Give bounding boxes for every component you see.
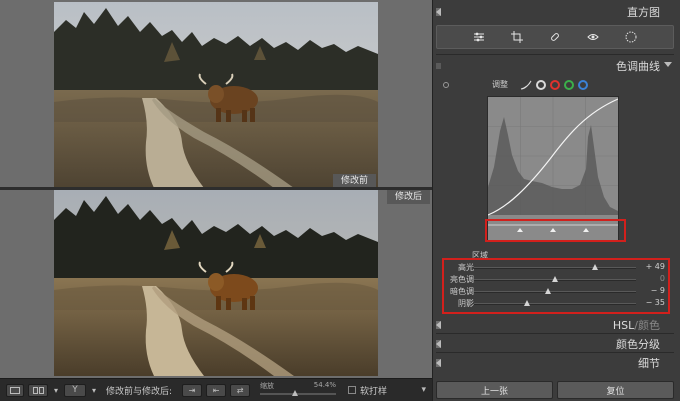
softproof-checkbox[interactable] [348, 386, 357, 394]
detail-title: 细节 [638, 357, 660, 370]
before-after-layout-button[interactable]: Y [64, 383, 86, 397]
tone-curve-header[interactable]: 色调曲线 [436, 56, 674, 76]
sliders-icon[interactable] [473, 31, 485, 43]
target-adjust-icon[interactable] [443, 82, 449, 88]
split-point-highlight [485, 219, 626, 242]
collapse-arrow-icon [436, 8, 441, 16]
zoom-slider-thumb[interactable] [292, 390, 298, 396]
compare-view-button[interactable] [28, 383, 48, 397]
before-after-view: 修改前 修改后 [0, 0, 432, 378]
panel-bottom-buttons: 上一张 复位 [436, 381, 674, 399]
photo-before: 修改前 [54, 2, 378, 188]
after-label: 修改后 [386, 190, 430, 204]
channel-green-icon[interactable] [564, 80, 574, 90]
loupe-view-button[interactable] [6, 383, 24, 397]
softproof-toggle[interactable]: 软打样 [348, 384, 387, 397]
zoom-slider-track[interactable] [260, 390, 337, 396]
swap-before-after-button[interactable]: ⇄ [230, 383, 251, 397]
crop-icon[interactable] [511, 31, 523, 43]
tone-curve-title: 色调曲线 [616, 60, 660, 73]
single-view-icon [10, 386, 20, 394]
layout-y-icon: Y [72, 385, 78, 395]
copy-after-to-before-button[interactable]: ⇤ [206, 383, 227, 397]
photo-after-image [54, 190, 378, 376]
copy-left-icon: ⇤ [212, 385, 220, 395]
red-eye-icon[interactable] [587, 31, 599, 43]
detail-header[interactable]: 细节 [436, 353, 674, 373]
view-mode-dropdown-icon[interactable]: ▾ [52, 384, 60, 397]
tool-strip [436, 25, 674, 49]
collapse-arrow-icon [436, 359, 441, 367]
panel-switch-icon[interactable] [436, 63, 441, 69]
color-grading-header[interactable]: 颜色分级 [436, 334, 674, 354]
hsl-title-a: HSL [612, 318, 635, 332]
previous-button[interactable]: 上一张 [436, 381, 553, 399]
photo-after [54, 190, 378, 376]
hsl-header[interactable]: HSL / 颜色 [436, 315, 674, 335]
hsl-title-b: 颜色 [638, 319, 660, 332]
collapse-arrow-icon [436, 340, 441, 348]
before-label: 修改前 [332, 174, 376, 188]
channel-red-icon[interactable] [550, 80, 560, 90]
bottom-toolbar: ▾ Y ▾ 修改前与修改后: ⇥ ⇤ ⇄ 缩放 54.4% 软打样 ▾ [0, 378, 432, 401]
zoom-value: 54.4% [313, 381, 337, 389]
swap-icon: ⇄ [236, 385, 244, 395]
channel-blue-icon[interactable] [578, 80, 588, 90]
adjust-label: 调整 [492, 80, 508, 89]
color-grading-title: 颜色分级 [616, 338, 660, 351]
zoom-control[interactable]: 缩放 54.4% [258, 381, 338, 399]
collapse-arrow-icon [436, 321, 441, 329]
mask-icon[interactable] [625, 31, 637, 43]
healing-brush-icon[interactable] [549, 31, 561, 43]
toolbar-menu-icon[interactable]: ▾ [421, 385, 426, 395]
copy-before-to-after-button[interactable]: ⇥ [182, 383, 203, 397]
zoom-label: 缩放 [260, 382, 275, 390]
parametric-curve-icon[interactable] [520, 79, 532, 91]
expand-arrow-icon [664, 62, 672, 67]
divider-line [436, 54, 674, 55]
layout-dropdown-icon[interactable]: ▾ [90, 384, 98, 397]
histogram-header[interactable]: 直方图 [436, 2, 674, 22]
softproof-label: 软打样 [360, 386, 388, 397]
compare-label: 修改前与修改后: [106, 386, 173, 397]
split-view-icon [32, 386, 44, 394]
channel-rgb-icon[interactable] [536, 80, 546, 90]
reset-button[interactable]: 复位 [557, 381, 674, 399]
photo-before-image [54, 2, 378, 188]
region-sliders-highlight [442, 258, 670, 314]
histogram-title: 直方图 [627, 6, 660, 19]
copy-right-icon: ⇥ [188, 385, 196, 395]
